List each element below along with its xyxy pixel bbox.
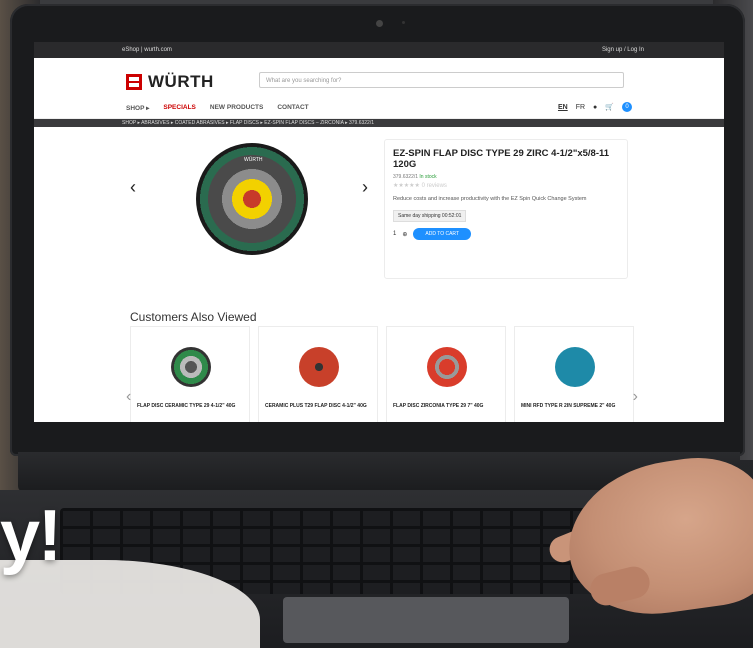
camera-indicator: [402, 21, 405, 24]
top-utility-bar: eShop | wurth.com Sign up / Log In: [34, 42, 724, 58]
product-description: Reduce costs and increase productivity w…: [393, 196, 587, 202]
lang-fr[interactable]: FR: [576, 104, 585, 111]
product-card[interactable]: MINI RFD TYPE R 2IN SUPREME 2" 40G: [514, 326, 634, 422]
related-products: FLAP DISC CERAMIC TYPE 29 4-1/2" 40G CER…: [130, 326, 634, 422]
quantity-stepper[interactable]: 1: [393, 231, 396, 237]
shipping-timer: Same day shipping 00:52:01: [393, 210, 467, 222]
product-card-name: FLAP DISC CERAMIC TYPE 29 4-1/2" 40G: [137, 403, 236, 409]
purchase-row: 1 ⊕ ADD TO CART: [393, 228, 619, 240]
product-detail: ‹ WÜRTH › EZ-SPIN FLAP DISC TYPE 29 ZIRC…: [34, 127, 724, 287]
topbar-left: eShop | wurth.com: [122, 47, 172, 53]
product-card[interactable]: FLAP DISC CERAMIC TYPE 29 4-1/2" 40G: [130, 326, 250, 422]
image-next-arrow-icon[interactable]: ›: [362, 177, 368, 198]
add-to-cart-button[interactable]: ADD TO CART: [413, 228, 471, 240]
wurth-logo[interactable]: WÜRTH: [126, 72, 214, 92]
cart-icon[interactable]: 🛒: [605, 103, 614, 111]
nav-contact[interactable]: CONTACT: [277, 104, 308, 112]
rating-stars[interactable]: ★★★★★ 0 reviews: [393, 182, 619, 189]
carousel-prev-icon[interactable]: ‹: [126, 388, 131, 406]
image-prev-arrow-icon[interactable]: ‹: [130, 177, 136, 198]
wurth-logo-icon: [126, 74, 142, 90]
product-thumbnail: [555, 347, 595, 387]
rating-count: 0 reviews: [421, 183, 447, 189]
nav-shop[interactable]: SHOP ▸: [126, 104, 149, 112]
wurth-website: eShop | wurth.com Sign up / Log In WÜRTH…: [34, 42, 724, 422]
product-thumbnail: [171, 347, 211, 387]
account-links[interactable]: Sign up / Log In: [602, 47, 644, 53]
product-sku: 379.6322/1: [393, 174, 419, 180]
main-nav: SHOP ▸ SPECIALS NEW PRODUCTS CONTACT: [126, 104, 309, 112]
photo-scene: eShop | wurth.com Sign up / Log In WÜRTH…: [0, 0, 753, 648]
nav-new-products[interactable]: NEW PRODUCTS: [210, 104, 263, 112]
product-title: EZ-SPIN FLAP DISC TYPE 29 ZIRC 4-1/2"x5/…: [393, 148, 610, 170]
site-header: WÜRTH What are you searching for? SHOP ▸…: [34, 58, 724, 119]
laptop-screen: eShop | wurth.com Sign up / Log In WÜRTH…: [34, 42, 724, 422]
laptop-trackpad: [283, 597, 569, 643]
product-info-panel: EZ-SPIN FLAP DISC TYPE 29 ZIRC 4-1/2"x5/…: [384, 139, 628, 279]
disc-brand-label: WÜRTH: [244, 157, 263, 163]
product-thumbnail: [427, 347, 467, 387]
product-card-name: MINI RFD TYPE R 2IN SUPREME 2" 40G: [521, 403, 616, 409]
search-input[interactable]: What are you searching for?: [259, 72, 624, 88]
user-icon[interactable]: ●: [593, 104, 597, 111]
section-title: Customers Also Viewed: [130, 310, 257, 324]
nav-specials[interactable]: SPECIALS: [163, 104, 196, 112]
cart-count-badge: 0: [622, 102, 632, 112]
product-card-name: FLAP DISC ZIRCONIA TYPE 29 7" 40G: [393, 403, 484, 409]
breadcrumb[interactable]: SHOP ▸ ABRASIVES ▸ COATED ABRASIVES ▸ FL…: [34, 119, 724, 127]
carousel-next-icon[interactable]: ›: [633, 388, 638, 406]
product-thumbnail: [299, 347, 339, 387]
header-utilities: EN FR ● 🛒 0: [558, 102, 632, 112]
product-meta: 379.6322/1 In stock: [393, 174, 619, 180]
stock-status: In stock: [419, 174, 437, 180]
promo-text-fragment: y!: [0, 496, 62, 576]
product-card[interactable]: CERAMIC PLUS T29 FLAP DISC 4-1/2" 40G: [258, 326, 378, 422]
webcam-icon: [376, 20, 383, 27]
product-card-name: CERAMIC PLUS T29 FLAP DISC 4-1/2" 40G: [265, 403, 367, 409]
logo-text: WÜRTH: [148, 72, 214, 91]
product-card[interactable]: FLAP DISC ZIRCONIA TYPE 29 7" 40G: [386, 326, 506, 422]
lang-en[interactable]: EN: [558, 104, 568, 111]
qty-plus-icon[interactable]: ⊕: [402, 231, 407, 238]
